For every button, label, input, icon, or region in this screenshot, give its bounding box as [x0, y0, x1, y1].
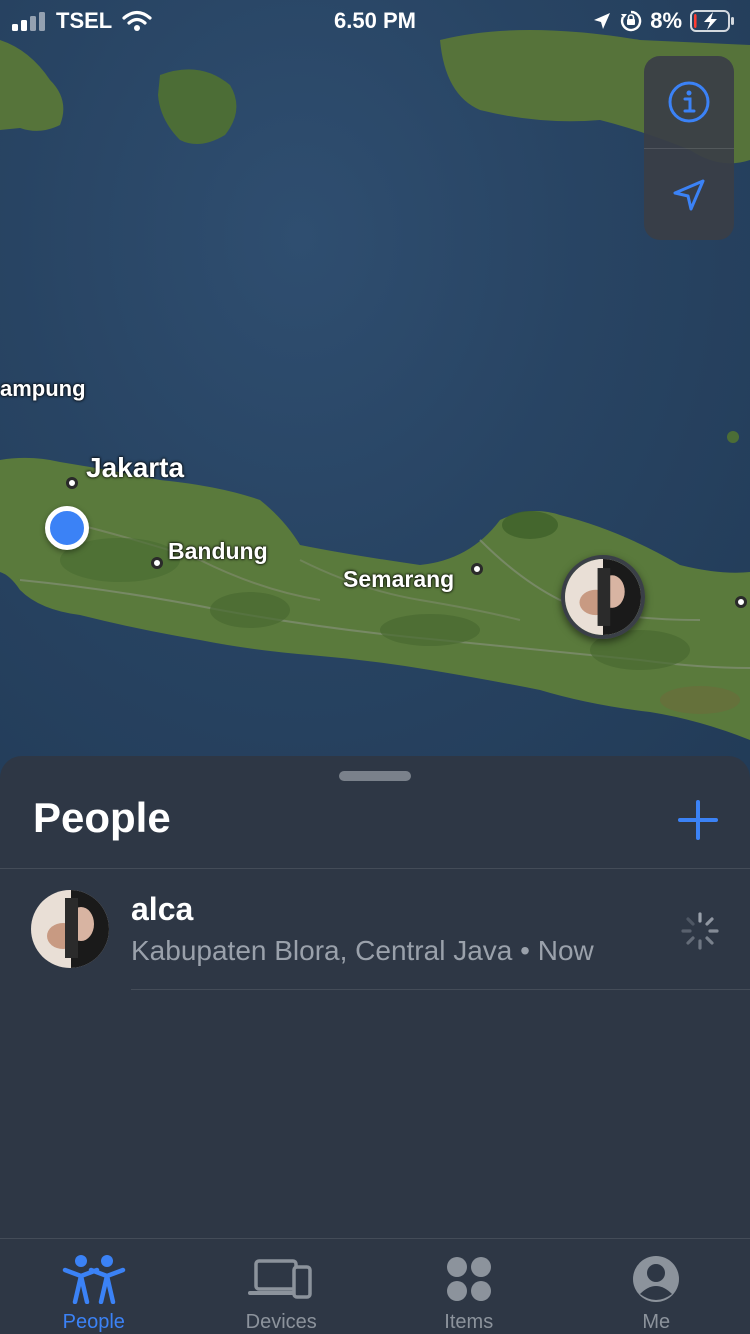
battery-charging-icon	[690, 10, 734, 32]
avatar	[31, 890, 109, 968]
city-label-lampung: ampung	[0, 376, 86, 401]
city-label-bandung: Bandung	[168, 538, 268, 564]
person-name: alca	[131, 891, 194, 927]
me-icon	[623, 1253, 689, 1305]
people-sheet: People alca Kabupaten Blora, Central Jav…	[0, 756, 750, 1238]
city-label-semarang: Semarang	[343, 566, 455, 592]
city-dot-jakarta	[66, 477, 78, 489]
my-location-dot	[45, 506, 89, 550]
map-terrain	[0, 30, 750, 740]
friend-location-pin[interactable]	[561, 555, 645, 639]
avatar-image	[31, 890, 109, 968]
sheet-title: People	[33, 794, 171, 841]
orientation-lock-icon	[621, 10, 642, 32]
tab-label: Me	[642, 1311, 671, 1333]
city-dot-east	[735, 596, 747, 608]
sheet-grabber[interactable]	[339, 771, 411, 781]
status-right: 8%	[592, 8, 736, 34]
loading-spinner-icon	[681, 912, 719, 950]
avatar-image	[565, 559, 641, 635]
location-arrow-icon	[673, 179, 705, 210]
add-person-button[interactable]	[676, 798, 720, 842]
divider	[131, 989, 750, 990]
person-location-time: Now	[537, 935, 594, 966]
tab-items[interactable]: Items	[375, 1239, 563, 1334]
battery-percent: 8%	[650, 8, 682, 33]
plus-icon	[678, 800, 718, 840]
people-icon	[61, 1253, 127, 1305]
map-view[interactable]: ampung Jakarta Bandung Semarang	[0, 0, 750, 790]
person-location-text: Kabupaten Blora, Central Java	[131, 935, 513, 966]
tab-bar: People Devices Items Me	[0, 1238, 750, 1334]
tab-label: Devices	[245, 1311, 317, 1333]
location-services-icon	[594, 13, 611, 29]
status-bar: TSEL 6.50 PM 8%	[0, 0, 750, 40]
tab-devices[interactable]: Devices	[188, 1239, 376, 1334]
items-icon	[436, 1253, 502, 1305]
tab-label: People	[62, 1311, 125, 1333]
devices-icon	[248, 1253, 314, 1305]
separator-dot: •	[520, 935, 538, 966]
person-location: Kabupaten Blora, Central Java • Now	[131, 935, 594, 967]
city-dot-bandung	[151, 557, 163, 569]
tab-people[interactable]: People	[0, 1239, 188, 1334]
person-list-item[interactable]: alca Kabupaten Blora, Central Java • Now	[0, 869, 750, 990]
tab-me[interactable]: Me	[563, 1239, 750, 1334]
tab-label: Items	[444, 1311, 494, 1333]
map-controls	[644, 56, 734, 240]
locate-me-button[interactable]	[644, 148, 734, 240]
info-button[interactable]	[644, 56, 734, 148]
city-label-jakarta: Jakarta	[86, 452, 185, 483]
city-dot-semarang	[471, 563, 483, 575]
info-icon	[668, 81, 710, 123]
